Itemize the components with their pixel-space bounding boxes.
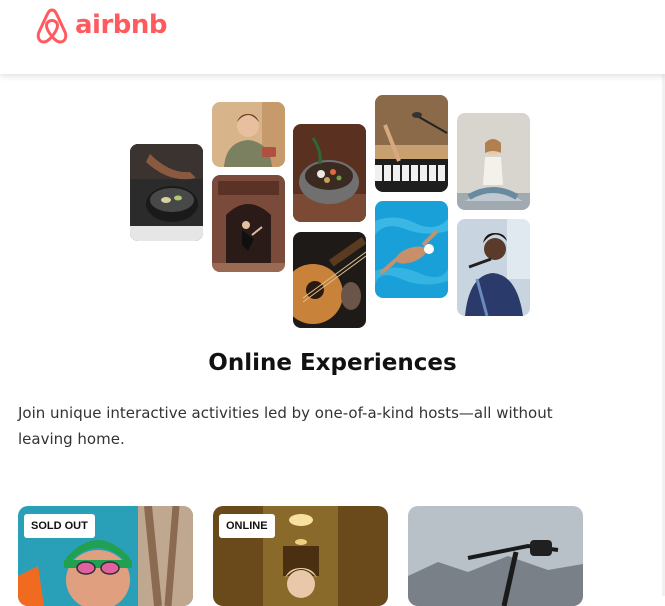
experience-card[interactable] (408, 506, 583, 606)
airbnb-logo-link[interactable]: airbnb (34, 6, 168, 46)
collage-tile-piano (375, 95, 448, 192)
logo-wordmark: airbnb (75, 10, 168, 40)
collage-tile-food (293, 124, 366, 222)
status-badge: ONLINE (219, 514, 275, 538)
collage-tile-host (212, 102, 285, 167)
collage-tile-dancers (212, 175, 285, 272)
collage-tile-swimmer (375, 201, 448, 298)
card-image-bike (408, 506, 583, 606)
page-title: Online Experiences (208, 350, 457, 376)
collage-tile-singer (457, 219, 530, 316)
experience-card[interactable]: ONLINE (213, 506, 388, 606)
airbnb-logo-icon (36, 8, 68, 44)
collage-tile-cooking (130, 144, 203, 241)
site-header: airbnb (0, 0, 665, 74)
collage-tile-yoga (457, 113, 530, 210)
collage-tile-guitar (293, 232, 366, 328)
page-description: Join unique interactive activities led b… (18, 404, 553, 448)
status-badge: SOLD OUT (24, 514, 95, 538)
experience-card[interactable]: SOLD OUT (18, 506, 193, 606)
